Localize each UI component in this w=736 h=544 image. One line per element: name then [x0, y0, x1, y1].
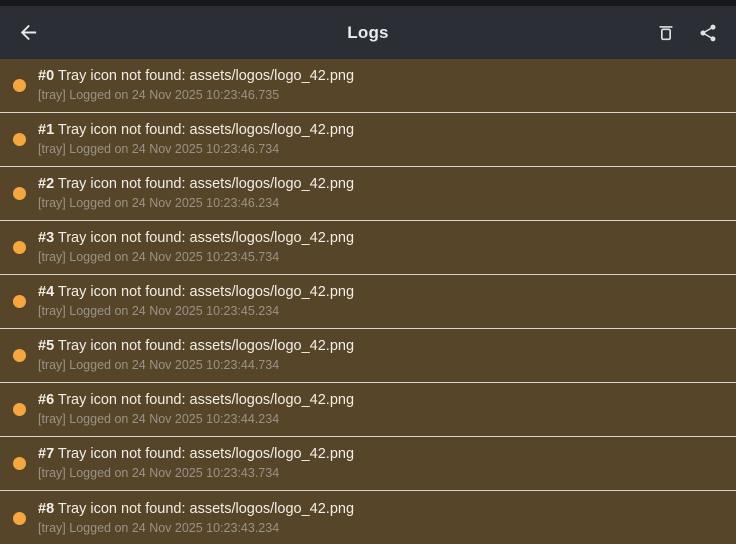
log-meta: [tray] Logged on 24 Nov 2025 10:23:45.73…	[38, 250, 280, 264]
log-level-dot	[13, 457, 26, 470]
delete-logs-button[interactable]	[652, 19, 680, 47]
log-meta: [tray] Logged on 24 Nov 2025 10:23:43.23…	[38, 520, 280, 535]
log-level-dot	[13, 133, 26, 146]
log-message: #1 Tray icon not found: assets/logos/log…	[38, 122, 355, 138]
back-button[interactable]	[14, 19, 42, 47]
app-bar: Logs	[0, 6, 736, 59]
log-meta: [tray] Logged on 24 Nov 2025 10:23:46.73…	[38, 142, 280, 156]
log-level-dot	[13, 79, 26, 92]
log-row[interactable]: #2 Tray icon not found: assets/logos/log…	[0, 167, 736, 221]
log-index: #4	[38, 284, 55, 300]
log-row[interactable]: #1 Tray icon not found: assets/logos/log…	[0, 113, 736, 167]
log-message: #5 Tray icon not found: assets/logos/log…	[38, 338, 355, 354]
log-message: #2 Tray icon not found: assets/logos/log…	[38, 176, 355, 192]
log-index: #2	[38, 176, 55, 192]
log-level-dot	[13, 511, 26, 525]
log-meta: [tray] Logged on 24 Nov 2025 10:23:43.73…	[38, 466, 280, 480]
app-bar-actions	[652, 19, 722, 47]
arrow-left-icon	[17, 21, 40, 44]
log-message: #6 Tray icon not found: assets/logos/log…	[38, 392, 355, 408]
share-logs-button[interactable]	[694, 19, 722, 47]
log-list: #0 Tray icon not found: assets/logos/log…	[0, 59, 736, 544]
log-level-dot	[13, 349, 26, 362]
log-meta: [tray] Logged on 24 Nov 2025 10:23:44.73…	[38, 358, 280, 372]
log-index: #1	[38, 122, 55, 138]
log-row[interactable]: #6 Tray icon not found: assets/logos/log…	[0, 383, 736, 437]
log-row[interactable]: #5 Tray icon not found: assets/logos/log…	[0, 329, 736, 383]
log-index: #0	[38, 68, 55, 84]
log-index: #8	[38, 500, 55, 517]
log-index: #5	[38, 338, 55, 354]
log-row[interactable]: #0 Tray icon not found: assets/logos/log…	[0, 59, 736, 113]
log-level-dot	[13, 187, 26, 200]
log-meta: [tray] Logged on 24 Nov 2025 10:23:45.23…	[38, 304, 280, 318]
log-level-dot	[13, 295, 26, 308]
trash-icon	[656, 22, 676, 43]
log-row[interactable]: #7 Tray icon not found: assets/logos/log…	[0, 437, 736, 491]
log-row[interactable]: #3 Tray icon not found: assets/logos/log…	[0, 221, 736, 275]
log-message: #4 Tray icon not found: assets/logos/log…	[38, 284, 355, 300]
log-meta: [tray] Logged on 24 Nov 2025 10:23:44.23…	[38, 412, 280, 426]
log-meta: [tray] Logged on 24 Nov 2025 10:23:46.23…	[38, 196, 280, 210]
log-index: #7	[38, 446, 55, 462]
log-message: #0 Tray icon not found: assets/logos/log…	[38, 68, 355, 84]
log-meta: [tray] Logged on 24 Nov 2025 10:23:46.73…	[38, 88, 280, 102]
log-message: #3 Tray icon not found: assets/logos/log…	[38, 230, 355, 246]
log-level-dot	[13, 403, 26, 416]
log-message: #7 Tray icon not found: assets/logos/log…	[38, 446, 355, 462]
log-level-dot	[13, 241, 26, 254]
log-index: #6	[38, 392, 55, 408]
log-index: #3	[38, 230, 55, 246]
logs-screen: Logs #0 Tray icon not found: assets/logo…	[0, 0, 736, 544]
log-row[interactable]: #8 Tray icon not found: assets/logos/log…	[0, 491, 736, 544]
share-icon	[698, 23, 718, 43]
log-row[interactable]: #4 Tray icon not found: assets/logos/log…	[0, 275, 736, 329]
log-message: #8 Tray icon not found: assets/logos/log…	[38, 500, 355, 517]
page-title: Logs	[347, 22, 389, 42]
